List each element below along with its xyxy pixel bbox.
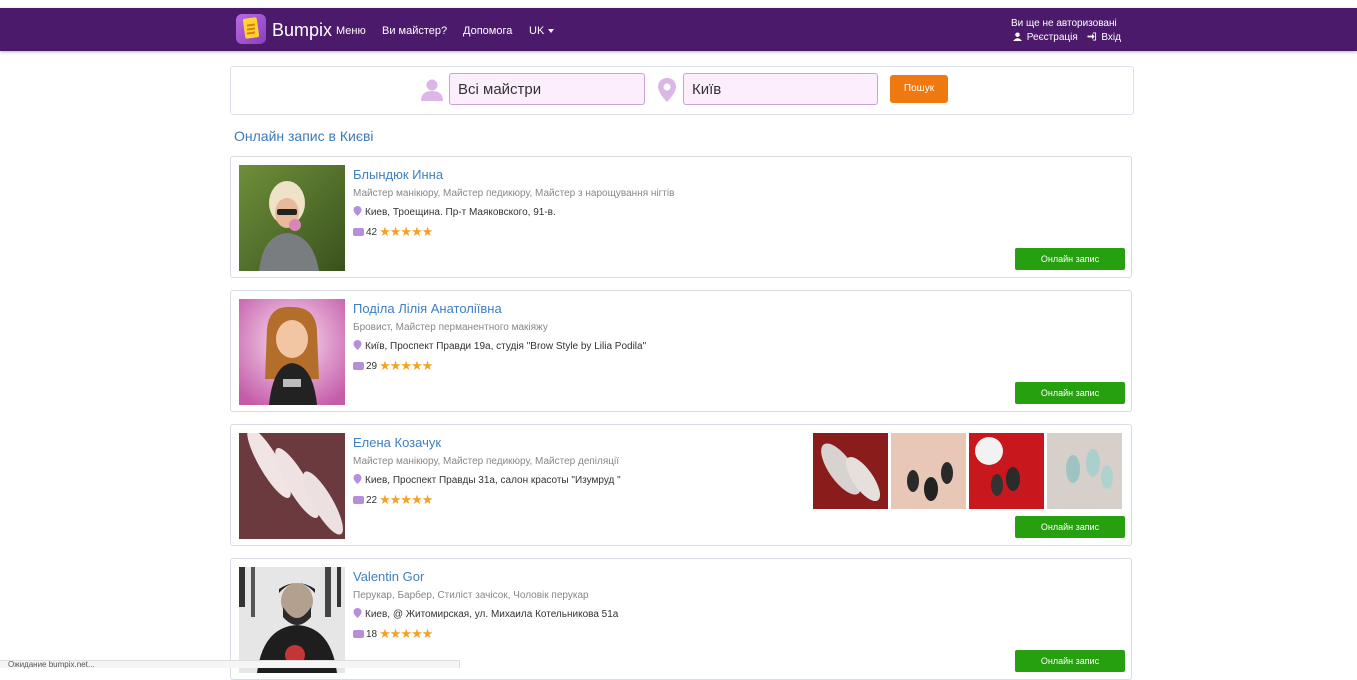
star-rating-icon: ★★★★★ — [379, 492, 433, 507]
brand-link[interactable]: Bumpix — [272, 20, 332, 41]
location-pin-icon — [657, 78, 677, 102]
master-specialties: Бровист, Майстер перманентного макіяжу — [353, 322, 548, 333]
star-rating-icon: ★★★★★ — [379, 358, 433, 373]
section-title: Онлайн запис в Києві — [234, 128, 374, 144]
star-rating-icon: ★★★★★ — [379, 224, 433, 239]
comment-icon — [353, 630, 364, 638]
review-count[interactable]: 42 — [366, 227, 377, 238]
address-text: Киев, @ Житомирская, ул. Михаила Котельн… — [365, 609, 619, 620]
comment-icon — [353, 228, 364, 236]
master-photo[interactable] — [239, 299, 345, 405]
location-pin-icon — [353, 206, 362, 216]
auth-status-text: Ви ще не авторизовані — [1011, 18, 1117, 29]
online-booking-button[interactable]: Онлайн запис — [1015, 516, 1125, 538]
master-rating: 18 ★★★★★ — [353, 626, 433, 642]
comment-icon — [353, 496, 364, 504]
portfolio-thumbnail[interactable] — [813, 433, 888, 509]
comment-icon — [353, 362, 364, 370]
star-rating-icon: ★★★★★ — [379, 626, 433, 641]
review-count[interactable]: 22 — [366, 495, 377, 506]
address-text: Киев, Проспект Правды 31а, салон красоты… — [365, 475, 621, 486]
auth-links: Реєстрація Вхід — [1013, 32, 1123, 43]
online-booking-button[interactable]: Онлайн запис — [1015, 650, 1125, 672]
master-card: Блындюк Инна Майстер манікюру, Майстер п… — [230, 156, 1132, 278]
master-name-link[interactable]: Valentin Gor — [353, 569, 424, 584]
login-link[interactable]: Вхід — [1101, 32, 1121, 43]
master-specialties: Перукар, Барбер, Стиліст зачісок, Чолові… — [353, 590, 589, 601]
master-address: Киев, Проспект Правды 31а, салон красоты… — [353, 474, 621, 486]
address-text: Киев, Троещина. Пр-т Маяковского, 91-в. — [365, 207, 556, 218]
user-icon — [1013, 32, 1025, 43]
master-name-link[interactable]: Поділа Лілія Анатоліївна — [353, 301, 502, 316]
master-photo[interactable] — [239, 428, 345, 539]
language-label: UK — [529, 25, 545, 37]
master-address: Киев, Троещина. Пр-т Маяковского, 91-в. — [353, 206, 556, 218]
master-search-input[interactable] — [449, 73, 645, 105]
bumpix-logo-icon[interactable] — [236, 14, 266, 44]
search-button[interactable]: Пошук — [890, 75, 948, 103]
review-count[interactable]: 29 — [366, 361, 377, 372]
online-booking-button[interactable]: Онлайн запис — [1015, 248, 1125, 270]
master-name-link[interactable]: Блындюк Инна — [353, 167, 443, 182]
nav-are-you-master-link[interactable]: Ви майстер? — [382, 25, 447, 37]
login-icon — [1087, 32, 1100, 43]
city-search-input[interactable] — [683, 73, 878, 105]
portfolio-thumbnails — [813, 433, 1125, 509]
portfolio-thumbnail[interactable] — [1047, 433, 1122, 509]
browser-status-bar: Ожидание bumpix.net... — [0, 660, 460, 669]
portfolio-thumbnail[interactable] — [969, 433, 1044, 509]
master-rating: 29 ★★★★★ — [353, 358, 433, 374]
nav-menu-link[interactable]: Меню — [336, 25, 366, 37]
nav-help-link[interactable]: Допомога — [463, 25, 512, 37]
portfolio-thumbnail[interactable] — [891, 433, 966, 509]
search-panel — [230, 66, 1134, 115]
master-address: Киев, @ Житомирская, ул. Михаила Котельн… — [353, 608, 618, 620]
register-link[interactable]: Реєстрація — [1027, 32, 1078, 43]
master-name-link[interactable]: Елена Козачук — [353, 435, 441, 450]
master-card: Поділа Лілія Анатоліївна Бровист, Майсте… — [230, 290, 1132, 412]
chevron-down-icon — [548, 29, 555, 34]
master-specialties: Майстер манікюру, Майстер педикюру, Майс… — [353, 456, 620, 467]
address-text: Київ, Проспект Правди 19а, студія "Brow … — [365, 341, 647, 352]
review-count[interactable]: 18 — [366, 629, 377, 640]
master-specialties: Майстер манікюру, Майстер педикюру, Майс… — [353, 188, 675, 199]
master-rating: 42 ★★★★★ — [353, 224, 433, 240]
master-address: Київ, Проспект Правди 19а, студія "Brow … — [353, 340, 646, 352]
master-photo[interactable] — [239, 165, 345, 271]
location-pin-icon — [353, 608, 362, 618]
master-photo[interactable] — [239, 567, 345, 673]
online-booking-button[interactable]: Онлайн запис — [1015, 382, 1125, 404]
person-icon — [420, 78, 444, 102]
master-card: Елена Козачук Майстер манікюру, Майстер … — [230, 424, 1132, 546]
top-navbar: Bumpix Меню Ви майстер? Допомога UK Ви щ… — [0, 8, 1357, 51]
location-pin-icon — [353, 474, 362, 484]
location-pin-icon — [353, 340, 362, 350]
master-rating: 22 ★★★★★ — [353, 492, 433, 508]
language-dropdown[interactable]: UK — [529, 25, 555, 37]
